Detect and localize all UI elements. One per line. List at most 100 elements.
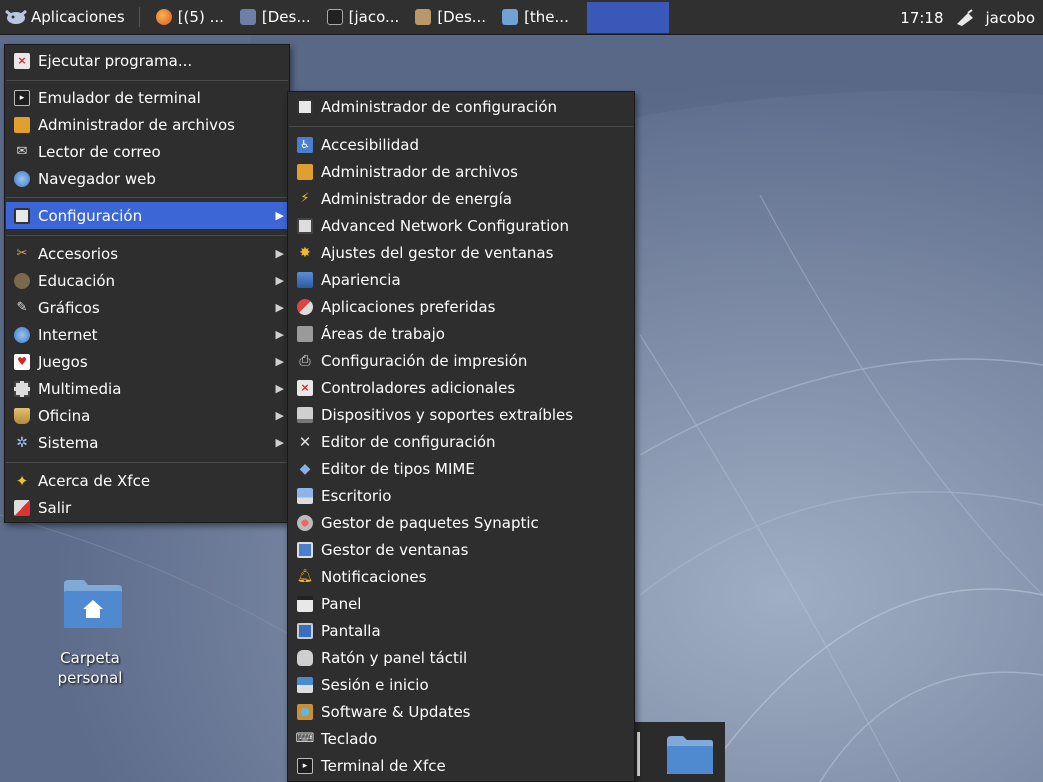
submenu-item-synaptic[interactable]: Gestor de paquetes Synaptic bbox=[289, 509, 633, 536]
submenu-item-label: Áreas de trabajo bbox=[321, 324, 445, 343]
menu-item-office[interactable]: Oficina ▶ bbox=[6, 402, 288, 429]
submenu-item-preferred-apps[interactable]: Aplicaciones preferidas bbox=[289, 293, 633, 320]
submenu-item-desktop[interactable]: Escritorio bbox=[289, 482, 633, 509]
submenu-item-display[interactable]: Pantalla bbox=[289, 617, 633, 644]
accessories-icon: ✂ bbox=[16, 245, 28, 261]
menu-item-mail-reader[interactable]: ✉ Lector de correo bbox=[6, 138, 288, 165]
submenu-arrow-icon: ▶ bbox=[275, 436, 284, 449]
menu-item-about-xfce[interactable]: ✦ Acerca de Xfce bbox=[6, 467, 288, 494]
firefox-icon bbox=[155, 9, 172, 25]
workspace-switcher[interactable] bbox=[586, 1, 669, 33]
menu-item-label: Juegos bbox=[38, 352, 88, 371]
submenu-item-workspaces[interactable]: Áreas de trabajo bbox=[289, 320, 633, 347]
system-tray: 17:18 jacobo bbox=[900, 0, 1035, 35]
home-folder-label-line1: Carpeta bbox=[60, 649, 120, 667]
menu-item-education[interactable]: Educación ▶ bbox=[6, 267, 288, 294]
submenu-item-accessibility[interactable]: ♿ Accesibilidad bbox=[289, 131, 633, 158]
applications-menu-button[interactable]: Aplicaciones bbox=[0, 0, 131, 34]
submenu-item-appearance[interactable]: Apariencia bbox=[289, 266, 633, 293]
folder-icon[interactable] bbox=[665, 734, 715, 776]
taskbar-item-label: [(5) ... bbox=[177, 8, 224, 26]
taskbar-item[interactable]: [jaco... bbox=[319, 0, 408, 34]
removable-drives-icon bbox=[297, 406, 313, 423]
menu-item-terminal[interactable]: ▸ Emulador de terminal bbox=[6, 84, 288, 111]
dock-divider bbox=[637, 732, 640, 776]
submenu-item-power-manager[interactable]: ⚡ Administrador de energía bbox=[289, 185, 633, 212]
submenu-item-label: Sesión e inicio bbox=[321, 675, 429, 694]
folder-icon bbox=[415, 9, 432, 25]
submenu-item-removable-drives[interactable]: Dispositivos y soportes extraíbles bbox=[289, 401, 633, 428]
submenu-item-window-manager[interactable]: Gestor de ventanas bbox=[289, 536, 633, 563]
submenu-item-label: Dispositivos y soportes extraíbles bbox=[321, 405, 574, 424]
menu-item-settings[interactable]: Configuración ▶ bbox=[6, 202, 288, 229]
panel-separator bbox=[138, 7, 140, 27]
web-browser-icon bbox=[14, 170, 30, 187]
file-manager-icon bbox=[297, 163, 313, 180]
submenu-item-mouse[interactable]: Ratón y panel táctil bbox=[289, 644, 633, 671]
menu-item-run-program[interactable]: × Ejecutar programa... bbox=[6, 47, 288, 74]
keyboard-icon: ⌨ bbox=[295, 730, 315, 746]
taskbar-item-label: [jaco... bbox=[348, 8, 400, 26]
submenu-item-settings-manager[interactable]: Administrador de configuración bbox=[289, 93, 633, 120]
office-icon bbox=[14, 407, 30, 424]
menu-item-label: Gráficos bbox=[38, 298, 100, 317]
menu-item-accessories[interactable]: ✂ Accesorios ▶ bbox=[6, 240, 288, 267]
terminal-icon: ▸ bbox=[297, 757, 313, 774]
submenu-item-config-editor[interactable]: ✕ Editor de configuración bbox=[289, 428, 633, 455]
submenu-item-notifications[interactable]: 🔔︎ Notificaciones bbox=[289, 563, 633, 590]
taskbar-item[interactable]: [Des... bbox=[407, 0, 494, 34]
system-icon: ✲ bbox=[16, 434, 28, 451]
submenu-item-label: Gestor de paquetes Synaptic bbox=[321, 513, 539, 532]
menu-item-internet[interactable]: Internet ▶ bbox=[6, 321, 288, 348]
settings-manager-icon bbox=[297, 98, 313, 115]
submenu-item-session[interactable]: Sesión e inicio bbox=[289, 671, 633, 698]
taskbar-item-label: [Des... bbox=[261, 8, 311, 26]
submenu-item-xfce-terminal[interactable]: ▸ Terminal de Xfce bbox=[289, 752, 633, 779]
taskbar-item[interactable]: [the... bbox=[494, 0, 577, 34]
home-folder-label[interactable]: Carpeta personal bbox=[40, 648, 140, 688]
menu-item-label: Accesorios bbox=[38, 244, 119, 263]
applications-menu-label: Aplicaciones bbox=[31, 8, 125, 26]
submenu-item-drivers[interactable]: × Controladores adicionales bbox=[289, 374, 633, 401]
submenu-item-keyboard[interactable]: ⌨ Teclado bbox=[289, 725, 633, 752]
submenu-item-window-tweaks[interactable]: ✸ Ajustes del gestor de ventanas bbox=[289, 239, 633, 266]
mime-editor-icon: ◆ bbox=[299, 460, 311, 477]
submenu-item-label: Aplicaciones preferidas bbox=[321, 297, 496, 316]
menu-item-logout[interactable]: Salir bbox=[6, 494, 288, 521]
user-name[interactable]: jacobo bbox=[986, 9, 1035, 27]
mail-reader-icon: ✉ bbox=[16, 143, 28, 159]
games-icon: ♥ bbox=[14, 353, 30, 370]
menu-item-web-browser[interactable]: Navegador web bbox=[6, 165, 288, 192]
submenu-item-network-config[interactable]: Advanced Network Configuration bbox=[289, 212, 633, 239]
submenu-item-software-updates[interactable]: Software & Updates bbox=[289, 698, 633, 725]
submenu-item-printer[interactable]: ⎙ Configuración de impresión bbox=[289, 347, 633, 374]
menu-item-graphics[interactable]: ✎ Gráficos ▶ bbox=[6, 294, 288, 321]
menu-separator bbox=[6, 462, 288, 463]
run-program-icon: × bbox=[14, 52, 30, 69]
taskbar-item[interactable]: [(5) ... bbox=[148, 0, 232, 34]
submenu-arrow-icon: ▶ bbox=[275, 409, 284, 422]
home-folder-icon[interactable] bbox=[62, 578, 124, 630]
submenu-arrow-icon: ▶ bbox=[275, 301, 284, 314]
menu-item-games[interactable]: ♥ Juegos ▶ bbox=[6, 348, 288, 375]
submenu-item-label: Pantalla bbox=[321, 621, 381, 640]
menu-item-multimedia[interactable]: Multimedia ▶ bbox=[6, 375, 288, 402]
submenu-arrow-icon: ▶ bbox=[275, 274, 284, 287]
menu-item-file-manager[interactable]: Administrador de archivos bbox=[6, 111, 288, 138]
submenu-item-label: Notificaciones bbox=[321, 567, 427, 586]
taskbar-item-label: [Des... bbox=[437, 8, 487, 26]
network-icon[interactable] bbox=[954, 8, 976, 27]
display-icon bbox=[297, 622, 313, 639]
taskbar-item[interactable]: [Des... bbox=[232, 0, 319, 34]
menu-item-label: Salir bbox=[38, 498, 72, 517]
menu-item-label: Configuración bbox=[38, 206, 143, 225]
submenu-item-mime-editor[interactable]: ◆ Editor de tipos MIME bbox=[289, 455, 633, 482]
menu-item-label: Lector de correo bbox=[38, 142, 161, 161]
menu-item-system[interactable]: ✲ Sistema ▶ bbox=[6, 429, 288, 456]
graphics-icon: ✎ bbox=[16, 299, 28, 315]
submenu-item-panel[interactable]: Panel bbox=[289, 590, 633, 617]
submenu-arrow-icon: ▶ bbox=[275, 247, 284, 260]
submenu-item-file-manager[interactable]: Administrador de archivos bbox=[289, 158, 633, 185]
menu-separator bbox=[6, 235, 288, 236]
clock[interactable]: 17:18 bbox=[900, 9, 943, 27]
